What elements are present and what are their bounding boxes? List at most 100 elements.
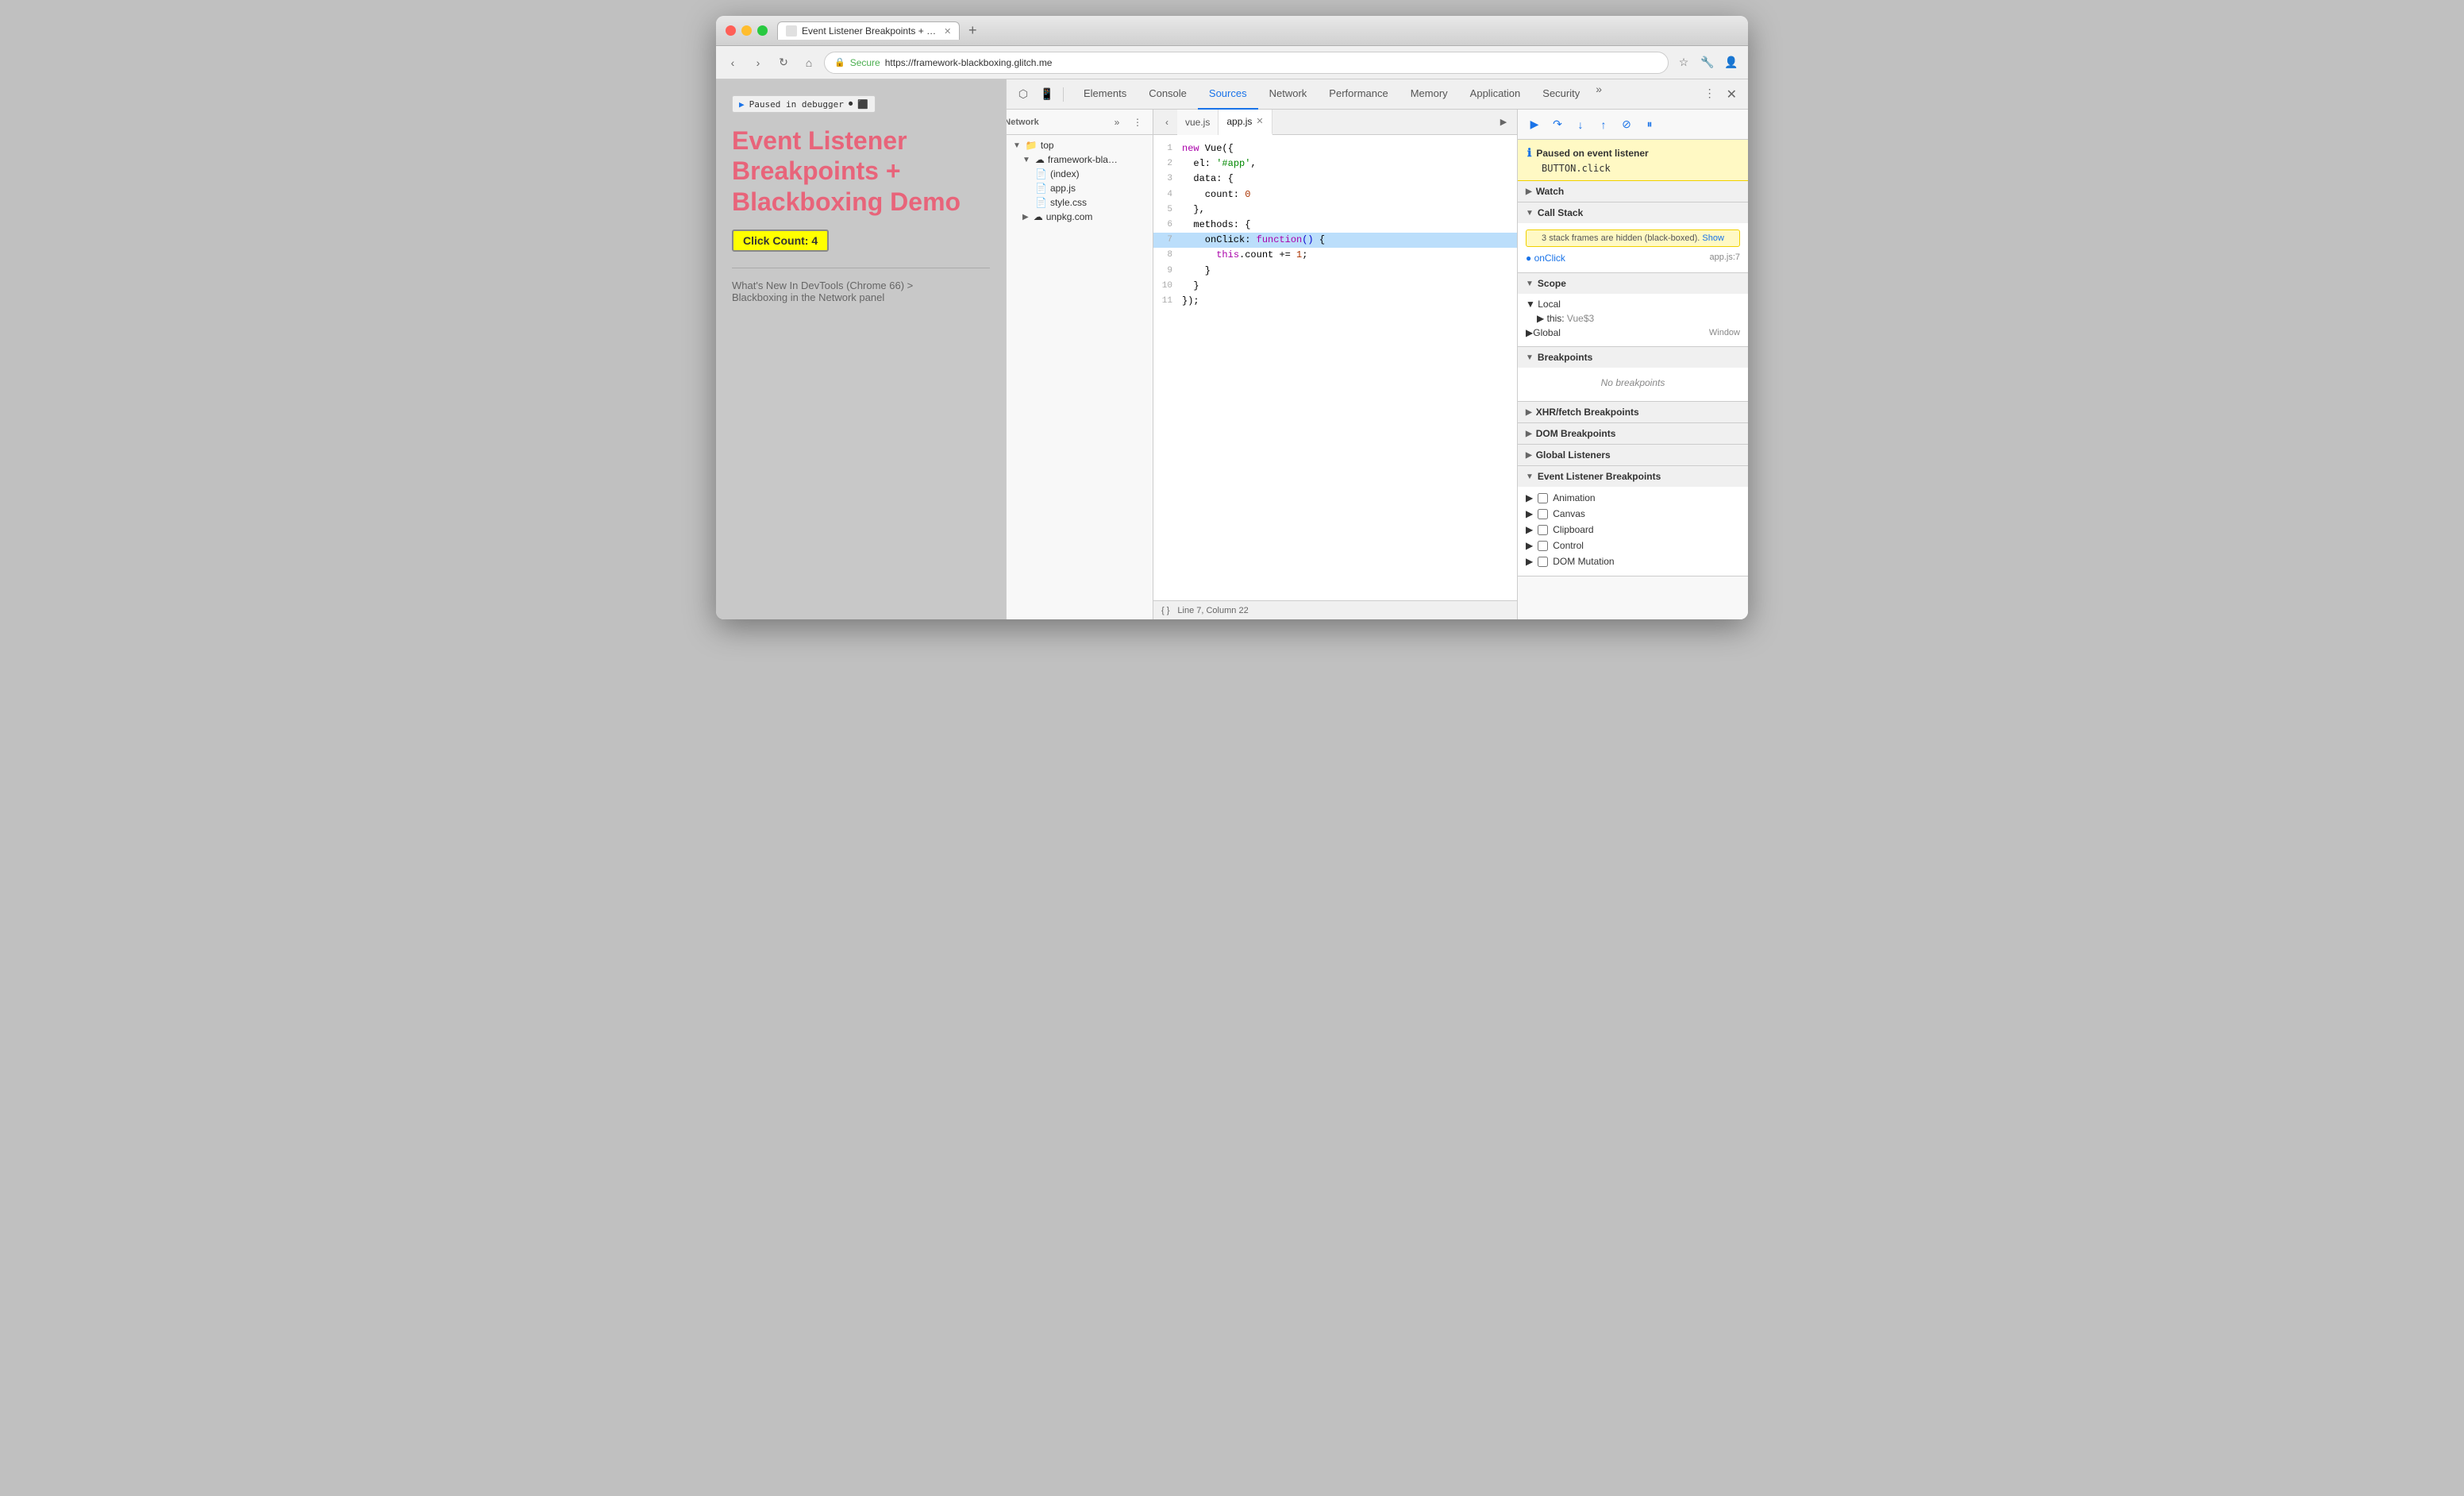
format-code-icon[interactable]: { } — [1161, 606, 1169, 615]
new-tab-button[interactable]: + — [963, 21, 982, 40]
editor-back-button[interactable]: ‹ — [1157, 112, 1177, 133]
breakpoints-header[interactable]: ▼ Breakpoints — [1518, 347, 1748, 368]
event-bp-control-arrow[interactable]: ▶ — [1526, 540, 1533, 551]
scope-global-row[interactable]: ▶ Global Window — [1526, 326, 1740, 340]
dom-breakpoints-header[interactable]: ▶ DOM Breakpoints — [1518, 423, 1748, 444]
more-tabs-button[interactable]: » — [1591, 79, 1607, 110]
event-bp-label: Event Listener Breakpoints — [1538, 471, 1661, 482]
editor-tab-vuejs[interactable]: vue.js — [1177, 110, 1219, 135]
extensions-button[interactable]: 🔧 — [1697, 52, 1718, 73]
paused-title: ℹ Paused on event listener — [1527, 146, 1738, 160]
inspect-element-button[interactable]: ⬡ — [1013, 84, 1034, 105]
step-out-button[interactable]: ↑ — [1593, 114, 1614, 135]
account-button[interactable]: 👤 — [1721, 52, 1742, 73]
resume-button[interactable]: ▶ — [1524, 114, 1545, 135]
event-bp-control-checkbox[interactable] — [1538, 541, 1548, 551]
code-area[interactable]: 1 new Vue({ 2 el: '#app', 3 data: { — [1153, 135, 1517, 600]
deactivate-button[interactable]: ⊘ — [1616, 114, 1637, 135]
paused-banner: ▶ Paused in debugger ⏺ ⬛ — [732, 95, 876, 113]
tree-item-appjs[interactable]: 📄 app.js — [1007, 181, 1153, 195]
tree-item-framework[interactable]: ▼ ☁ framework-bla… — [1007, 152, 1153, 167]
editor-format-button[interactable]: ▶ — [1493, 112, 1514, 133]
scope-arrow-icon: ▼ — [1526, 280, 1534, 288]
tab-security[interactable]: Security — [1531, 79, 1591, 110]
scope-this-name: this: — [1547, 313, 1567, 324]
tree-item-index[interactable]: 📄 (index) — [1007, 167, 1153, 181]
maximize-window-button[interactable] — [757, 25, 768, 36]
toolbar-divider — [1063, 87, 1064, 102]
event-bp-clipboard-arrow[interactable]: ▶ — [1526, 524, 1533, 535]
cloud-icon-framework: ☁ — [1035, 154, 1045, 165]
event-bp-dom-mutation-checkbox[interactable] — [1538, 557, 1548, 567]
file-tree-options-button[interactable]: ⋮ — [1129, 114, 1146, 131]
file-tree-more-button[interactable]: » — [1108, 114, 1126, 131]
xhr-breakpoints-header[interactable]: ▶ XHR/fetch Breakpoints — [1518, 402, 1748, 422]
scope-local-arrow: ▼ — [1526, 299, 1535, 310]
event-listener-bp-header[interactable]: ▼ Event Listener Breakpoints — [1518, 466, 1748, 487]
editor-tabs: ‹ vue.js app.js ✕ ▶ — [1153, 110, 1517, 135]
address-input-wrapper[interactable]: 🔒 Secure https://framework-blackboxing.g… — [824, 52, 1669, 74]
paused-text: Paused in debugger — [749, 99, 844, 110]
watch-section-header[interactable]: ▶ Watch — [1518, 181, 1748, 202]
minimize-window-button[interactable] — [741, 25, 752, 36]
event-bp-canvas-label: Canvas — [1553, 508, 1585, 519]
event-bp-dom-mutation-arrow[interactable]: ▶ — [1526, 556, 1533, 567]
tab-performance[interactable]: Performance — [1318, 79, 1399, 110]
device-toggle-button[interactable]: 📱 — [1037, 84, 1057, 105]
editor-tab-appjs[interactable]: app.js ✕ — [1219, 110, 1272, 135]
code-line-2: 2 el: '#app', — [1153, 156, 1517, 172]
close-window-button[interactable] — [726, 25, 736, 36]
call-stack-body: 3 stack frames are hidden (black-boxed).… — [1518, 223, 1748, 272]
code-editor-panel: ‹ vue.js app.js ✕ ▶ — [1153, 110, 1518, 619]
stack-item-onclick[interactable]: ● onClick app.js:7 — [1526, 250, 1740, 266]
tab-elements[interactable]: Elements — [1072, 79, 1138, 110]
forward-button[interactable]: › — [748, 52, 768, 73]
step-into-button[interactable]: ↓ — [1570, 114, 1591, 135]
devtools-close-button[interactable]: ✕ — [1722, 83, 1742, 106]
event-bp-animation-arrow[interactable]: ▶ — [1526, 492, 1533, 503]
event-bp-canvas-checkbox[interactable] — [1538, 509, 1548, 519]
event-bp-animation-checkbox[interactable] — [1538, 493, 1548, 503]
home-button[interactable]: ⌂ — [799, 52, 819, 73]
back-button[interactable]: ‹ — [722, 52, 743, 73]
line-num-11: 11 — [1153, 294, 1182, 309]
tree-arrow-unpkg: ▶ — [1022, 213, 1029, 222]
blackbox-icon: ⬛ — [857, 99, 868, 110]
global-listeners-header[interactable]: ▶ Global Listeners — [1518, 445, 1748, 465]
tree-item-unpkg[interactable]: ▶ ☁ unpkg.com — [1007, 210, 1153, 224]
tab-sources[interactable]: Sources — [1198, 79, 1258, 110]
tree-item-stylecss[interactable]: 📄 style.css — [1007, 195, 1153, 210]
blackbox-show-link[interactable]: Show — [1702, 233, 1724, 243]
event-bp-clipboard-checkbox[interactable] — [1538, 525, 1548, 535]
record-icon: ⏺ — [849, 98, 853, 110]
code-line-4: 4 count: 0 — [1153, 187, 1517, 202]
scope-local-header[interactable]: ▼ Local — [1526, 297, 1740, 311]
devtools-more-button[interactable]: ⋮ — [1700, 83, 1720, 104]
blackboxing-link[interactable]: Blackboxing in the Network panel — [732, 291, 884, 303]
call-stack-header[interactable]: ▼ Call Stack — [1518, 202, 1748, 223]
blackbox-note: 3 stack frames are hidden (black-boxed).… — [1526, 229, 1740, 247]
pause-on-exceptions-button[interactable]: ⏸ — [1639, 114, 1660, 135]
tab-close-button[interactable]: ✕ — [944, 26, 951, 37]
bookmark-button[interactable]: ☆ — [1673, 52, 1694, 73]
click-count-button[interactable]: Click Count: 4 — [732, 229, 829, 252]
file-tree-network-tab[interactable]: Network — [1013, 114, 1030, 131]
refresh-button[interactable]: ↻ — [773, 52, 794, 73]
editor-tab-appjs-close[interactable]: ✕ — [1256, 116, 1263, 126]
tab-network[interactable]: Network — [1258, 79, 1319, 110]
event-bp-canvas-arrow[interactable]: ▶ — [1526, 508, 1533, 519]
tab-memory[interactable]: Memory — [1399, 79, 1459, 110]
tab-application[interactable]: Application — [1459, 79, 1532, 110]
editor-tab-actions: ▶ — [1493, 112, 1514, 133]
scope-header[interactable]: ▼ Scope — [1518, 273, 1748, 294]
tree-item-top[interactable]: ▼ 📁 top — [1007, 138, 1153, 152]
scope-this-item[interactable]: ▶ this: Vue$3 — [1526, 311, 1740, 326]
step-over-button[interactable]: ↷ — [1547, 114, 1568, 135]
whats-new-link[interactable]: What's New In DevTools (Chrome 66) > — [732, 280, 913, 291]
breakpoints-section: ▼ Breakpoints No breakpoints — [1518, 347, 1748, 402]
breakpoints-label: Breakpoints — [1538, 352, 1592, 363]
browser-tab-active[interactable]: Event Listener Breakpoints + … ✕ — [777, 21, 960, 40]
tree-arrow-framework: ▼ — [1022, 156, 1030, 164]
tab-console[interactable]: Console — [1138, 79, 1198, 110]
scope-local-label: Local — [1538, 299, 1561, 310]
